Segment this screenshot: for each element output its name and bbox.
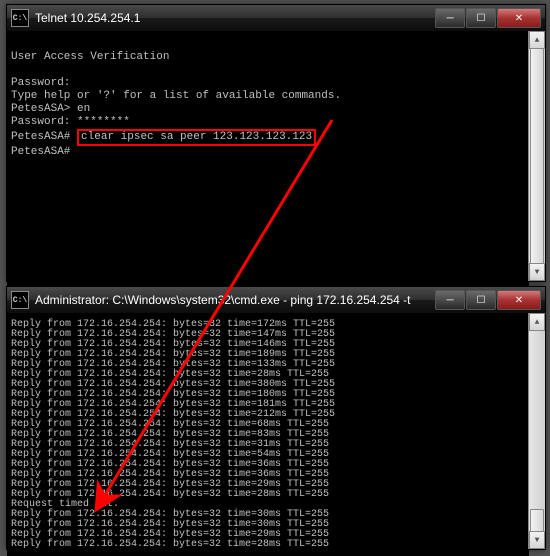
cmd-window: C:\ Administrator: C:\Windows\system32\c… [6,286,546,550]
close-button[interactable]: ✕ [497,290,541,310]
term-line: Type help or '?' for a list of available… [11,90,341,102]
highlighted-command: clear ipsec sa peer 123.123.123.123 [77,129,316,146]
maximize-button[interactable]: ☐ [466,290,496,310]
cmd-icon: C:\ [11,9,29,27]
window-title-1: Telnet 10.254.254.1 [35,11,435,25]
scroll-down-icon[interactable]: ▼ [529,263,545,281]
term-line: PetesASA# [11,146,70,158]
term-line: User Access Verification [11,51,169,63]
term-line: Password: [11,77,70,89]
scroll-up-icon[interactable]: ▲ [529,313,545,331]
scroll-down-icon[interactable]: ▼ [529,531,545,549]
window-title-2: Administrator: C:\Windows\system32\cmd.e… [35,293,435,307]
term-line: PetesASA# [11,131,70,143]
scroll-thumb[interactable] [530,509,544,533]
cmd-icon: C:\ [11,291,29,309]
titlebar-2[interactable]: C:\ Administrator: C:\Windows\system32\c… [7,287,545,314]
terminal-body-2[interactable]: Reply from 172.16.254.254: bytes=32 time… [7,314,529,556]
maximize-button[interactable]: ☐ [466,8,496,28]
term-line: Password: ******** [11,116,130,128]
terminal-body-1[interactable]: User Access Verification Password: Type … [7,32,529,288]
minimize-button[interactable]: ─ [435,290,465,310]
close-button[interactable]: ✕ [497,8,541,28]
telnet-window: C:\ Telnet 10.254.254.1 ─ ☐ ✕ User Acces… [6,4,546,282]
scroll-thumb[interactable] [530,48,544,266]
term-line: PetesASA> en [11,103,90,115]
titlebar-1[interactable]: C:\ Telnet 10.254.254.1 ─ ☐ ✕ [7,5,545,32]
scroll-up-icon[interactable]: ▲ [529,31,545,49]
minimize-button[interactable]: ─ [435,8,465,28]
scrollbar-1[interactable]: ▲ ▼ [528,31,545,281]
scrollbar-2[interactable]: ▲ ▼ [528,313,545,549]
